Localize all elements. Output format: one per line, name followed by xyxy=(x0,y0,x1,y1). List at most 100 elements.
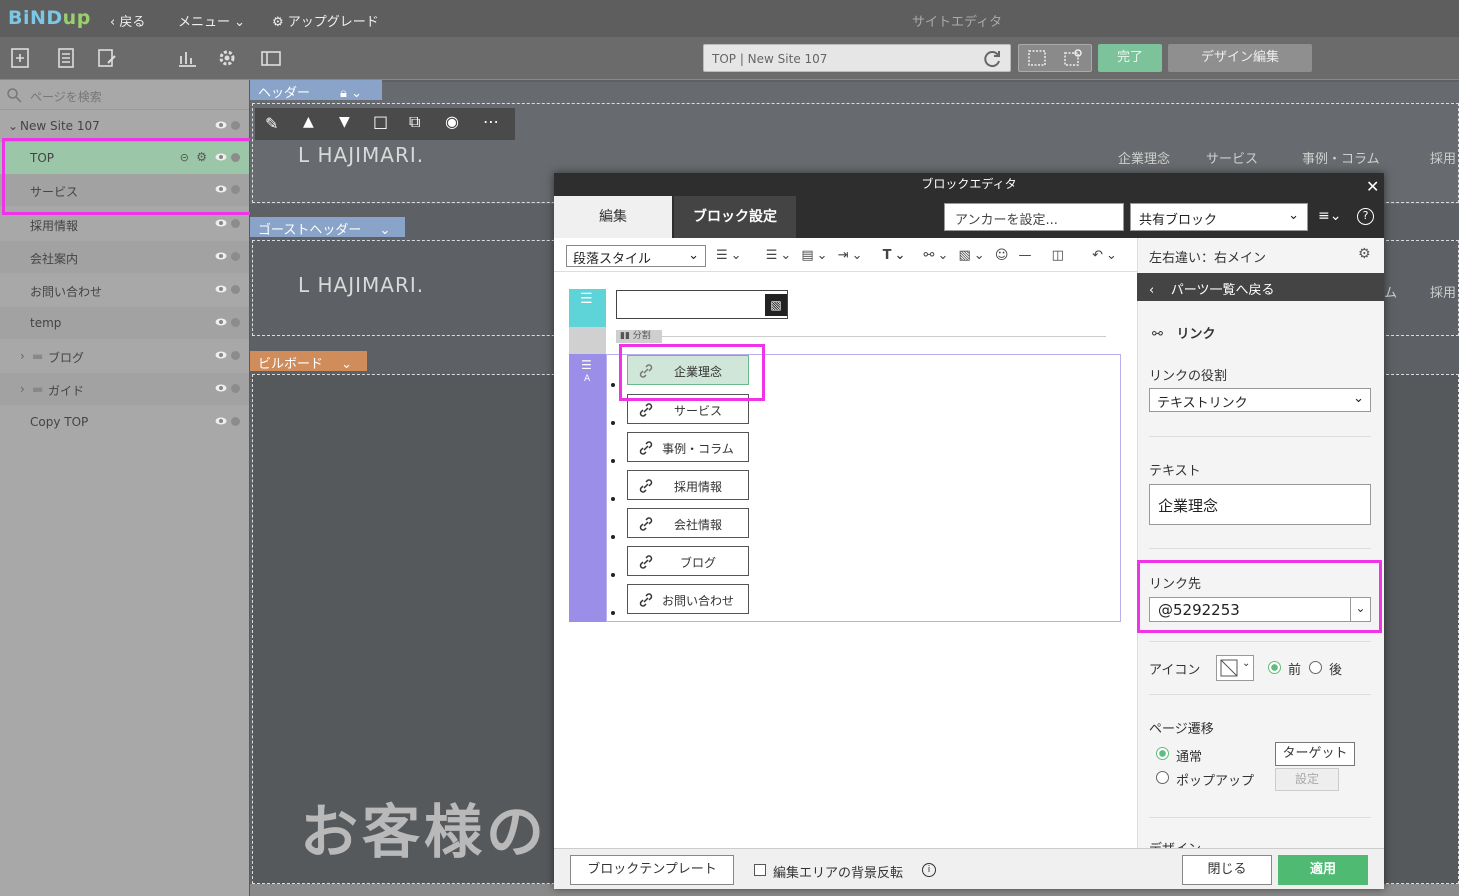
link-button-recruit[interactable]: 採用情報 xyxy=(627,470,749,500)
radio-after[interactable] xyxy=(1309,661,1322,674)
add-page-icon[interactable] xyxy=(10,47,32,69)
ghost-header-tag[interactable]: ゴーストヘッダー ⌄ xyxy=(250,217,405,238)
no-icon-icon xyxy=(1220,659,1238,677)
analytics-icon[interactable] xyxy=(176,47,198,69)
page-item-copy-top[interactable]: Copy TOP xyxy=(0,406,249,438)
page-icon[interactable] xyxy=(55,47,77,69)
pencil-icon[interactable]: ✎ xyxy=(265,114,278,133)
copy-block-icon[interactable]: ⧉ xyxy=(409,112,420,132)
link-button-contact[interactable]: お問い合わせ xyxy=(627,584,749,614)
visibility-icon[interactable]: ◉ xyxy=(445,112,459,131)
page-item-temp[interactable]: temp xyxy=(0,307,249,339)
folder-item-blog[interactable]: › ▬ ブログ xyxy=(0,340,249,372)
select-area-icon[interactable] xyxy=(1063,49,1083,67)
radio-normal[interactable] xyxy=(1156,747,1169,760)
done-button[interactable]: 完了 xyxy=(1098,44,1162,72)
upgrade-button[interactable]: ⚙ アップグレード xyxy=(272,11,379,30)
block-handle-list[interactable]: ☰ A xyxy=(569,354,606,622)
align-icon[interactable]: ☰⌄ xyxy=(716,248,745,263)
page-edit-icon[interactable] xyxy=(96,47,118,69)
eye-icon[interactable] xyxy=(215,285,227,293)
settings-gear-icon[interactable] xyxy=(216,47,238,69)
panel-gear-icon[interactable]: ⚙ xyxy=(1358,246,1371,262)
link-button-cases[interactable]: 事例・コラム xyxy=(627,432,749,462)
radio-popup[interactable] xyxy=(1156,771,1169,784)
more-icon[interactable]: ⋯ xyxy=(483,112,499,131)
column-icon[interactable]: ◫ xyxy=(1052,248,1067,263)
block-template-button[interactable]: ブロックテンプレート xyxy=(570,855,734,885)
sidebar-toggle-icon[interactable] xyxy=(260,47,282,69)
page-item-contact[interactable]: お問い合わせ xyxy=(0,274,249,306)
list-icon[interactable]: ☰⌄ xyxy=(766,248,795,263)
menu-button[interactable]: メニュー ⌄ xyxy=(178,11,245,30)
apply-button[interactable]: 適用 xyxy=(1278,855,1368,885)
image-text-field[interactable]: ▧ xyxy=(616,290,788,319)
emoji-icon[interactable]: ☺ xyxy=(995,248,1012,263)
ghost-nav-item[interactable]: 採用 xyxy=(1430,282,1456,301)
link-role-select[interactable]: テキストリンク ⌄ xyxy=(1149,388,1371,412)
move-up-icon[interactable]: ▲ xyxy=(303,114,314,130)
view-toggle[interactable] xyxy=(1018,44,1092,72)
chevron-right-icon[interactable]: › xyxy=(20,349,25,363)
nav-item[interactable]: サービス xyxy=(1206,148,1258,167)
tab-edit[interactable]: 編集 xyxy=(554,196,672,238)
hr-icon[interactable]: — xyxy=(1019,248,1035,263)
folder-item-guide[interactable]: › ▬ ガイド xyxy=(0,373,249,405)
radio-before[interactable] xyxy=(1268,661,1281,674)
help-icon[interactable]: ? xyxy=(1357,208,1374,225)
back-button[interactable]: ‹ 戻る xyxy=(110,11,145,30)
editor-tool-icons[interactable]: ☰⌄ ☰⌄ ▤⌄ ⇥⌄ T⌄ ⚯⌄ ▧⌄ ☺ — ◫ ↶⌄ xyxy=(716,248,1120,263)
ghost-nav-item[interactable]: ム xyxy=(1384,282,1397,301)
paragraph-style-select[interactable]: 段落スタイル ⌄ xyxy=(566,245,706,267)
hamburger-menu-icon[interactable]: ≡⌄ xyxy=(1318,208,1341,224)
nav-item[interactable]: 企業理念 xyxy=(1118,148,1170,167)
eye-icon[interactable] xyxy=(215,417,227,425)
chevron-right-icon[interactable]: › xyxy=(20,382,25,396)
invert-bg-label: 編集エリアの背景反転 xyxy=(773,866,904,881)
close-icon[interactable]: ✕ xyxy=(1366,177,1379,196)
link-button-company[interactable]: 会社情報 xyxy=(627,508,749,538)
info-icon[interactable]: i xyxy=(922,863,936,877)
list-bullet xyxy=(611,459,615,463)
design-edit-button[interactable]: デザイン編集 xyxy=(1168,44,1312,72)
grid-view-icon[interactable] xyxy=(1027,49,1047,67)
add-block-icon[interactable]: □ xyxy=(373,112,388,131)
block-icon[interactable]: ▤⌄ xyxy=(801,248,830,263)
invert-bg-checkbox[interactable] xyxy=(754,864,766,876)
image-picker-icon[interactable]: ▧ xyxy=(765,294,787,316)
link-button-blog[interactable]: ブログ xyxy=(627,546,749,576)
header-section-tag[interactable]: ヘッダー 🔒︎ ⌄ xyxy=(250,80,382,101)
eye-icon[interactable] xyxy=(215,219,227,227)
text-input[interactable]: 企業理念 xyxy=(1149,484,1371,525)
icon-picker[interactable]: ⌄ xyxy=(1216,655,1254,681)
shared-block-select[interactable]: 共有ブロック ⌄ xyxy=(1130,203,1308,231)
image-icon[interactable]: ▧⌄ xyxy=(958,248,987,263)
eye-icon[interactable] xyxy=(215,384,227,392)
text-format-icon[interactable]: T⌄ xyxy=(883,248,909,263)
eye-icon[interactable] xyxy=(215,318,227,326)
nav-item[interactable]: 事例・コラム xyxy=(1302,148,1380,167)
link-icon[interactable]: ⚯⌄ xyxy=(924,248,952,263)
nav-item[interactable]: 採用 xyxy=(1430,148,1456,167)
url-field[interactable]: TOP | New Site 107 xyxy=(703,44,1011,72)
close-button[interactable]: 閉じる xyxy=(1182,855,1272,885)
list-bullet xyxy=(611,383,615,387)
tab-block-settings[interactable]: ブロック設定 xyxy=(674,196,796,238)
radio-normal-label: 通常 xyxy=(1176,750,1203,765)
page-item-company[interactable]: 会社案内 xyxy=(0,241,249,273)
reload-icon[interactable] xyxy=(983,49,1003,69)
popup-settings-button[interactable]: 設定 xyxy=(1275,768,1339,791)
block-handle-top[interactable]: ☰ xyxy=(569,289,606,327)
eye-icon[interactable] xyxy=(215,351,227,359)
page-search[interactable]: ページを検索 xyxy=(0,80,249,110)
eye-icon[interactable] xyxy=(215,252,227,260)
back-to-parts-button[interactable]: ‹ パーツ一覧へ戻る xyxy=(1137,273,1384,301)
undo-icon[interactable]: ↶⌄ xyxy=(1092,248,1120,263)
indent-icon[interactable]: ⇥⌄ xyxy=(838,248,866,263)
divider-tag[interactable]: ▮▮ 分割 xyxy=(616,330,662,343)
target-button[interactable]: ターゲット xyxy=(1275,742,1355,766)
eye-icon[interactable] xyxy=(215,121,227,129)
move-down-icon[interactable]: ▼ xyxy=(339,114,350,130)
billboard-tag[interactable]: ビルボード ⌄ xyxy=(250,351,367,372)
anchor-input[interactable]: アンカーを設定... xyxy=(944,203,1124,231)
